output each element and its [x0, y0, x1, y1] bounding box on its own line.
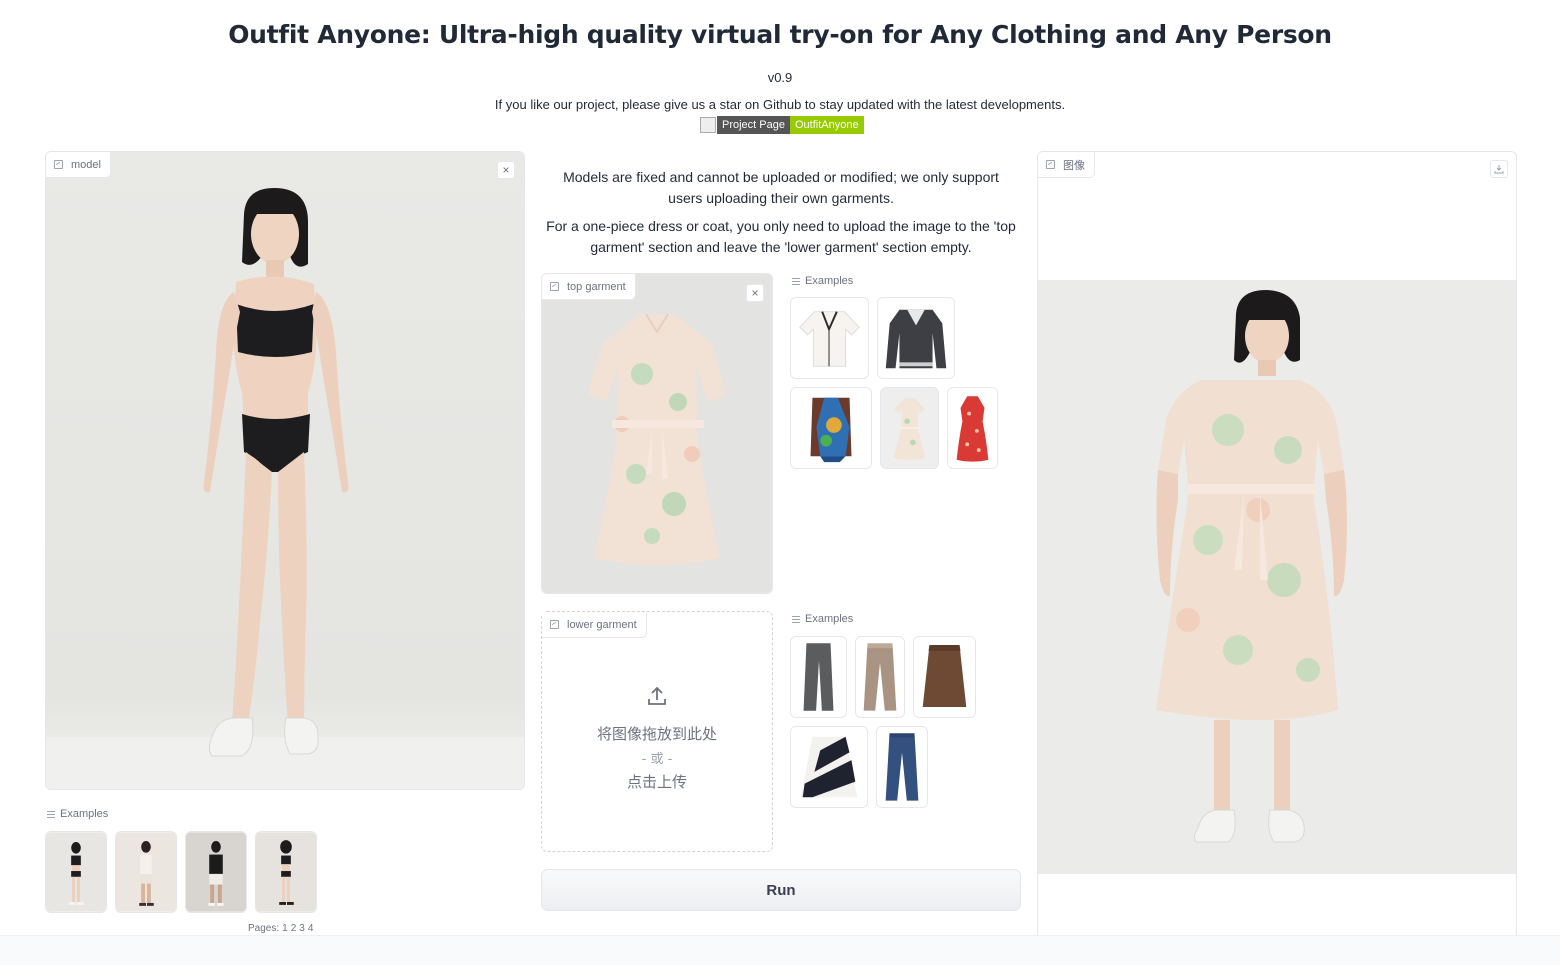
- page-link[interactable]: 3: [299, 923, 305, 934]
- page-link[interactable]: 2: [291, 923, 297, 934]
- lower-example-thumb[interactable]: [790, 726, 868, 808]
- lower-example-thumb[interactable]: [790, 636, 847, 718]
- top-examples-label: Examples: [792, 275, 853, 287]
- lower-example-thumb[interactable]: [876, 726, 928, 808]
- download-button[interactable]: [1490, 160, 1508, 178]
- image-icon: [550, 282, 559, 291]
- instruction-fixed-models: Models are fixed and cannot be uploaded …: [563, 169, 999, 206]
- page-title: Outfit Anyone: Ultra-high quality virtua…: [228, 20, 1332, 49]
- github-note: If you like our project, please give us …: [494, 97, 1066, 112]
- instruction-one-piece: For a one-piece dress or coat, you only …: [546, 218, 1016, 255]
- broken-image-icon: [700, 117, 716, 133]
- project-badge[interactable]: Project Page OutfitAnyone: [700, 116, 864, 134]
- output-image-panel: 图像: [1037, 151, 1517, 941]
- image-icon: [1046, 160, 1055, 169]
- top-example-thumb[interactable]: [880, 387, 939, 469]
- list-icon: [47, 810, 55, 818]
- badge-project-page[interactable]: Project Page: [717, 116, 790, 134]
- top-garment-panel[interactable]: top garment ×: [541, 273, 773, 594]
- model-example-thumb[interactable]: [185, 831, 247, 913]
- top-garment-image: [542, 274, 772, 593]
- top-example-thumb[interactable]: [877, 297, 955, 379]
- result-photo: [1038, 280, 1516, 874]
- upload-click-text[interactable]: 点击上传: [542, 771, 772, 792]
- download-icon: [1494, 165, 1504, 174]
- model-example-thumb[interactable]: [115, 831, 177, 913]
- image-icon: [550, 620, 559, 629]
- list-icon: [792, 277, 800, 285]
- page-link[interactable]: 4: [308, 923, 314, 934]
- output-panel-label: 图像: [1038, 152, 1095, 178]
- page-link[interactable]: 1: [282, 923, 288, 934]
- lower-garment-upload[interactable]: lower garment 将图像拖放到此处 - 或 - 点击上传: [541, 611, 773, 852]
- top-garment-label: top garment: [542, 274, 636, 300]
- model-photo: [46, 152, 524, 789]
- lower-examples-label: Examples: [792, 613, 853, 625]
- top-garment-clear-button[interactable]: ×: [746, 284, 764, 302]
- image-icon: [54, 160, 63, 169]
- model-example-thumb[interactable]: [45, 831, 107, 913]
- top-example-thumb[interactable]: [790, 387, 872, 469]
- list-icon: [792, 615, 800, 623]
- lower-garment-label: lower garment: [542, 612, 647, 638]
- upload-or-text: - 或 -: [641, 752, 673, 767]
- upload-icon: [648, 686, 666, 705]
- model-example-thumb[interactable]: [255, 831, 317, 913]
- model-examples-label: Examples: [47, 808, 108, 820]
- top-example-thumb[interactable]: [947, 387, 998, 469]
- badge-outfitanyone[interactable]: OutfitAnyone: [789, 116, 864, 134]
- upload-drop-text: 将图像拖放到此处: [596, 725, 717, 743]
- run-button[interactable]: Run: [541, 869, 1021, 911]
- footer-bar: [0, 935, 1560, 965]
- lower-example-thumb[interactable]: [913, 636, 976, 718]
- model-clear-button[interactable]: ×: [497, 161, 515, 179]
- version-label: v0.9: [767, 70, 793, 85]
- model-image-panel[interactable]: model ×: [45, 151, 525, 790]
- examples-pagination: Pages: 1 2 3 4: [248, 923, 314, 934]
- model-panel-label: model: [46, 152, 111, 178]
- top-example-thumb[interactable]: [790, 297, 869, 379]
- lower-example-thumb[interactable]: [855, 636, 905, 718]
